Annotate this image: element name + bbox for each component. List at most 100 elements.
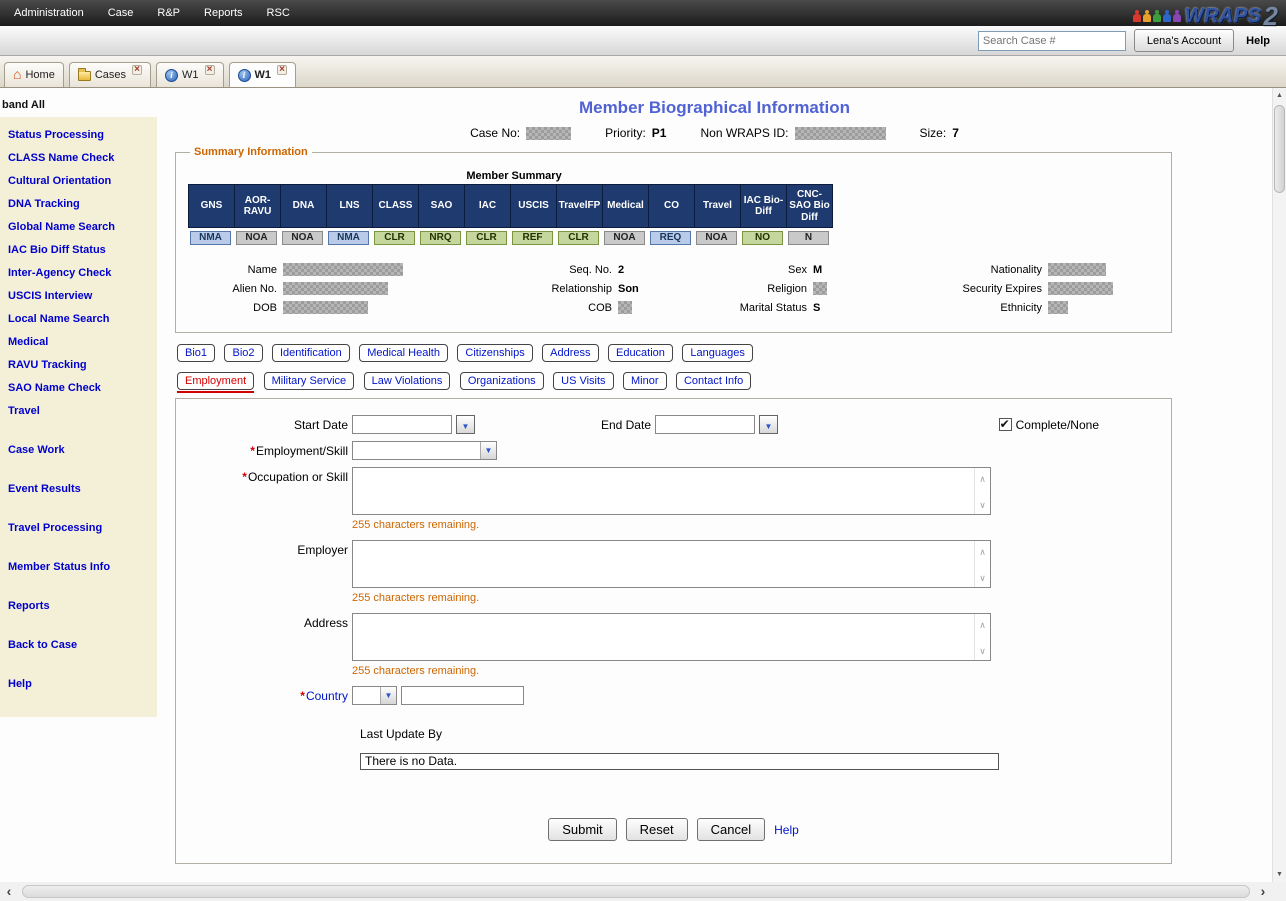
- sidebar-item-global-name-search[interactable]: Global Name Search: [8, 221, 153, 234]
- summary-header-cell: IAC: [464, 184, 511, 228]
- employer-textarea[interactable]: [353, 541, 973, 587]
- close-icon[interactable]: [205, 65, 215, 75]
- sidebar-item-reports[interactable]: Reports: [8, 600, 153, 613]
- tab-organizations[interactable]: Organizations: [460, 372, 544, 390]
- sidebar-item-travel-processing[interactable]: Travel Processing: [8, 522, 153, 535]
- reset-button[interactable]: Reset: [626, 818, 688, 841]
- occupation-textarea-wrap: [352, 467, 991, 515]
- textarea-scrollbar[interactable]: [974, 614, 990, 660]
- help-link[interactable]: Help: [774, 823, 799, 837]
- tab-cases[interactable]: Cases: [69, 62, 151, 87]
- start-date-calendar-button[interactable]: [456, 415, 475, 434]
- account-button[interactable]: Lena's Account: [1134, 29, 1234, 52]
- close-icon[interactable]: [277, 65, 287, 75]
- menu-case[interactable]: Case: [108, 7, 134, 19]
- tab-home[interactable]: Home: [4, 62, 64, 87]
- vertical-scroll-thumb[interactable]: [1274, 105, 1285, 193]
- menu-reports[interactable]: Reports: [204, 7, 243, 19]
- search-case-input[interactable]: [978, 31, 1126, 51]
- tab-military-service[interactable]: Military Service: [264, 372, 355, 390]
- tab-citizenships[interactable]: Citizenships: [457, 344, 532, 362]
- tab-medical-health[interactable]: Medical Health: [359, 344, 448, 362]
- sidebar-item-ravu-tracking[interactable]: RAVU Tracking: [8, 359, 153, 372]
- sidebar-item-case-work[interactable]: Case Work: [8, 444, 153, 457]
- tab-minor[interactable]: Minor: [623, 372, 667, 390]
- employer-chars-remaining: 255 characters remaining.: [352, 592, 991, 604]
- home-icon: [13, 68, 21, 82]
- textarea-scrollbar[interactable]: [974, 541, 990, 587]
- expand-all-link[interactable]: band All: [0, 88, 157, 117]
- scroll-left-arrow[interactable]: [0, 882, 18, 901]
- horizontal-scrollbar[interactable]: [0, 882, 1272, 901]
- cancel-button[interactable]: Cancel: [697, 818, 765, 841]
- required-marker: *: [242, 470, 247, 484]
- sidebar-item-uscis-interview[interactable]: USCIS Interview: [8, 290, 153, 303]
- tab-law-violations[interactable]: Law Violations: [364, 372, 451, 390]
- scroll-right-arrow[interactable]: [1254, 882, 1272, 901]
- vertical-scrollbar[interactable]: [1272, 88, 1286, 882]
- country-input[interactable]: [401, 686, 524, 705]
- case-header: Case No: Priority: P1 Non WRAPS ID: Size…: [157, 126, 1272, 140]
- employment-skill-select[interactable]: [352, 441, 497, 460]
- tab-w1[interactable]: W1: [156, 62, 224, 87]
- sidebar-item-local-name-search[interactable]: Local Name Search: [8, 313, 153, 326]
- close-icon[interactable]: [132, 65, 142, 75]
- sidebar-item-dna-tracking[interactable]: DNA Tracking: [8, 198, 153, 211]
- sidebar-item-class-name-check[interactable]: CLASS Name Check: [8, 152, 153, 165]
- tab-identification[interactable]: Identification: [272, 344, 350, 362]
- tab-languages[interactable]: Languages: [682, 344, 752, 362]
- case-number-redacted: [526, 127, 571, 140]
- sidebar-item-medical[interactable]: Medical: [8, 336, 153, 349]
- dob-redacted: [283, 301, 368, 314]
- tab-employment[interactable]: Employment: [177, 372, 254, 390]
- sidebar-item-cultural-orientation[interactable]: Cultural Orientation: [8, 175, 153, 188]
- tab-w1-active[interactable]: W1: [229, 62, 297, 87]
- menu-administration[interactable]: Administration: [14, 7, 84, 19]
- tab-education[interactable]: Education: [608, 344, 673, 362]
- address-textarea[interactable]: [353, 614, 973, 660]
- tab-us-visits[interactable]: US Visits: [553, 372, 613, 390]
- bottom-bar: [0, 882, 1286, 901]
- sidebar-item-help[interactable]: Help: [8, 678, 153, 691]
- marital-status-value: S: [813, 302, 903, 314]
- form-buttons: Submit Reset Cancel Help: [186, 818, 1161, 841]
- sidebar-item-status-processing[interactable]: Status Processing: [8, 129, 153, 142]
- horizontal-scroll-thumb[interactable]: [22, 885, 1250, 898]
- sidebar-item-sao-name-check[interactable]: SAO Name Check: [8, 382, 153, 395]
- country-code-select[interactable]: [352, 686, 397, 705]
- status-badge: CLR: [558, 231, 599, 245]
- tab-contact-info[interactable]: Contact Info: [676, 372, 751, 390]
- scroll-up-arrow[interactable]: [1273, 88, 1286, 103]
- complete-none-checkbox[interactable]: [999, 418, 1012, 431]
- occupation-textarea[interactable]: [353, 468, 973, 514]
- sidebar-item-back-to-case[interactable]: Back to Case: [8, 639, 153, 652]
- summary-header-cell: AOR-RAVU: [234, 184, 281, 228]
- tab-address[interactable]: Address: [542, 344, 598, 362]
- scroll-down-arrow[interactable]: [1273, 867, 1286, 882]
- menu-rsc[interactable]: RSC: [267, 7, 290, 19]
- ethnicity-label: Ethnicity: [903, 302, 1048, 314]
- end-date-calendar-button[interactable]: [759, 415, 778, 434]
- submit-button[interactable]: Submit: [548, 818, 616, 841]
- status-badge: NOA: [236, 231, 277, 245]
- textarea-scrollbar[interactable]: [974, 468, 990, 514]
- chevron-down-icon: [979, 641, 986, 659]
- menu-rp[interactable]: R&P: [157, 7, 180, 19]
- sidebar-item-travel[interactable]: Travel: [8, 405, 153, 418]
- sidebar-item-iac-bio-diff-status[interactable]: IAC Bio Diff Status: [8, 244, 153, 257]
- ethnicity-redacted: [1048, 301, 1068, 314]
- tab-bio1[interactable]: Bio1: [177, 344, 215, 362]
- chevron-down-icon: [380, 687, 396, 704]
- toolbar: Lena's Account Help: [0, 26, 1286, 56]
- sidebar-item-member-status-info[interactable]: Member Status Info: [8, 561, 153, 574]
- sex-label: Sex: [708, 264, 813, 276]
- sidebar-item-inter-agency-check[interactable]: Inter-Agency Check: [8, 267, 153, 280]
- help-menu[interactable]: Help: [1246, 35, 1270, 47]
- end-date-input[interactable]: [655, 415, 755, 434]
- name-redacted: [283, 263, 403, 276]
- sidebar-item-event-results[interactable]: Event Results: [8, 483, 153, 496]
- tab-bio2[interactable]: Bio2: [224, 344, 262, 362]
- start-date-label: Start Date: [186, 418, 352, 432]
- start-date-input[interactable]: [352, 415, 452, 434]
- status-badge: CLR: [466, 231, 507, 245]
